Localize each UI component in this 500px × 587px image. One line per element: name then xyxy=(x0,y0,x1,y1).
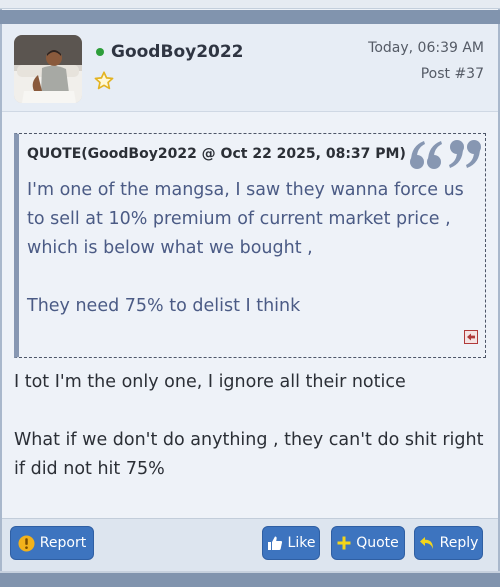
avatar[interactable] xyxy=(14,35,82,103)
post-body: QUOTE(GoodBoy2022 @ Oct 22 2025, 08:37 P… xyxy=(2,112,498,518)
username-row: GoodBoy2022 xyxy=(96,42,244,62)
reply-button-label: Reply xyxy=(439,535,479,551)
go-to-quoted-post-icon[interactable] xyxy=(464,329,478,348)
warning-icon xyxy=(18,534,35,552)
next-post-separator-bar xyxy=(0,571,500,587)
quote-text: I'm one of the mangsa, I saw they wanna … xyxy=(27,180,464,316)
quote-block: QUOTE(GoodBoy2022 @ Oct 22 2025, 08:37 P… xyxy=(14,133,486,358)
reply-arrow-icon xyxy=(419,537,433,549)
post-separator-bar xyxy=(0,10,500,24)
quote-header: QUOTE(GoodBoy2022 @ Oct 22 2025, 08:37 P… xyxy=(27,146,406,162)
quote-button-label: Quote xyxy=(356,535,399,551)
post-timestamp: Today, 06:39 AM xyxy=(368,40,484,56)
reply-button[interactable]: Reply xyxy=(414,526,483,560)
post-number[interactable]: Post #37 xyxy=(421,66,484,82)
username-link[interactable]: GoodBoy2022 xyxy=(111,42,244,62)
quote-marks-icon xyxy=(407,135,483,179)
online-status-icon xyxy=(96,48,104,56)
plus-icon xyxy=(337,536,351,550)
reply-text: I tot I'm the only one, I ignore all the… xyxy=(14,372,484,479)
post-actions-bar: Report Like Quote Reply xyxy=(2,518,498,571)
previous-post-strip xyxy=(0,0,500,9)
like-button-label: Like xyxy=(287,535,316,551)
post-header: GoodBoy2022 Today, 06:39 AM Post #37 xyxy=(2,24,498,112)
report-button[interactable]: Report xyxy=(10,526,94,560)
like-button[interactable]: Like xyxy=(262,526,320,560)
star-outline-icon xyxy=(93,70,115,96)
thumbs-up-icon xyxy=(267,536,282,550)
report-button-label: Report xyxy=(39,535,87,551)
quote-button[interactable]: Quote xyxy=(331,526,405,560)
